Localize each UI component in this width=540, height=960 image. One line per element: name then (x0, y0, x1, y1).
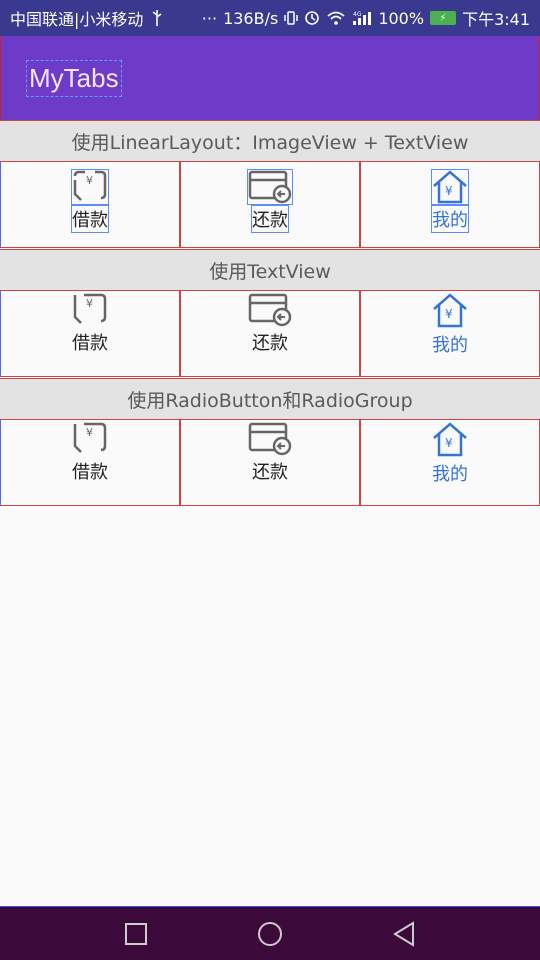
tab-label: 还款 (252, 333, 288, 354)
triangle-back-icon[interactable] (376, 911, 432, 957)
svg-text:¥: ¥ (86, 297, 93, 310)
tab-borrow[interactable]: ¥ 借款 (0, 162, 180, 247)
network-speed: 136B/s (223, 8, 279, 28)
tab-row-textview: ¥ 借款 还款 ¥ 我的 (0, 291, 540, 377)
status-bar: 中国联通|小米移动 ··· 136B/s 4G 100% ⚡ 下午3:41 (0, 0, 540, 36)
tab-label: 还款 (252, 462, 288, 483)
repay-icon (248, 422, 292, 456)
tab-row-radiogroup: ¥ 借款 还款 ¥ 我的 (0, 420, 540, 506)
section-header-linearlayout: 使用LinearLayout：ImageView + TextView (0, 120, 540, 162)
radio-tab-borrow[interactable]: ¥ 借款 (0, 420, 180, 505)
tab-repay[interactable]: 还款 (180, 162, 360, 247)
tab-label: 我的 (432, 335, 468, 356)
section-header-textview: 使用TextView (0, 249, 540, 291)
tab-borrow[interactable]: ¥ 借款 (0, 291, 180, 376)
tab-row-linearlayout: ¥ 借款 还款 ¥ 我的 (0, 162, 540, 248)
borrow-icon: ¥ (72, 293, 108, 327)
battery-percent: 100% (378, 8, 425, 28)
section-title: 使用TextView (209, 260, 331, 283)
battery-icon: ⚡ (430, 11, 457, 25)
borrow-icon: ¥ (71, 169, 109, 205)
section-header-radiogroup: 使用RadioButton和RadioGroup (0, 378, 540, 420)
circle-home-icon[interactable] (242, 911, 298, 957)
vibrate-icon (284, 10, 299, 26)
tab-repay[interactable]: 还款 (180, 291, 360, 376)
tab-mine[interactable]: ¥ 我的 (360, 291, 540, 376)
svg-text:¥: ¥ (445, 184, 453, 198)
section-title: 使用LinearLayout：ImageView + TextView (71, 131, 469, 154)
section-title: 使用RadioButton和RadioGroup (127, 389, 413, 412)
navigation-bar (0, 906, 540, 960)
tab-label: 我的 (432, 464, 468, 485)
app-title: MyTabs (26, 59, 122, 97)
wifi-icon (326, 10, 346, 26)
signal-icon: 4G (352, 10, 372, 26)
borrow-icon: ¥ (72, 422, 108, 456)
tab-label: 借款 (71, 205, 109, 233)
carrier-label: 中国联通|小米移动 (10, 10, 144, 29)
tab-label: 借款 (72, 462, 108, 483)
repay-icon (248, 293, 292, 327)
alarm-icon (304, 10, 320, 26)
clock-time: 下午3:41 (462, 10, 530, 29)
tab-label: 还款 (251, 205, 289, 233)
more-indicator: ··· (201, 8, 218, 28)
usb-icon (151, 9, 163, 27)
tab-label: 我的 (431, 205, 469, 233)
svg-text:¥: ¥ (86, 174, 93, 187)
home-icon: ¥ (432, 293, 468, 329)
repay-icon (247, 169, 293, 205)
svg-text:¥: ¥ (445, 436, 453, 450)
home-icon: ¥ (431, 169, 469, 205)
tab-label: 借款 (72, 333, 108, 354)
tab-mine[interactable]: ¥ 我的 (360, 162, 540, 247)
home-icon: ¥ (432, 422, 468, 458)
svg-text:¥: ¥ (445, 307, 453, 321)
svg-text:¥: ¥ (86, 426, 93, 439)
signal-label: 4G (353, 11, 362, 18)
radio-tab-repay[interactable]: 还款 (180, 420, 360, 505)
app-bar: MyTabs (0, 36, 540, 120)
radio-tab-mine[interactable]: ¥ 我的 (360, 420, 540, 505)
square-recents-icon[interactable] (108, 911, 164, 957)
